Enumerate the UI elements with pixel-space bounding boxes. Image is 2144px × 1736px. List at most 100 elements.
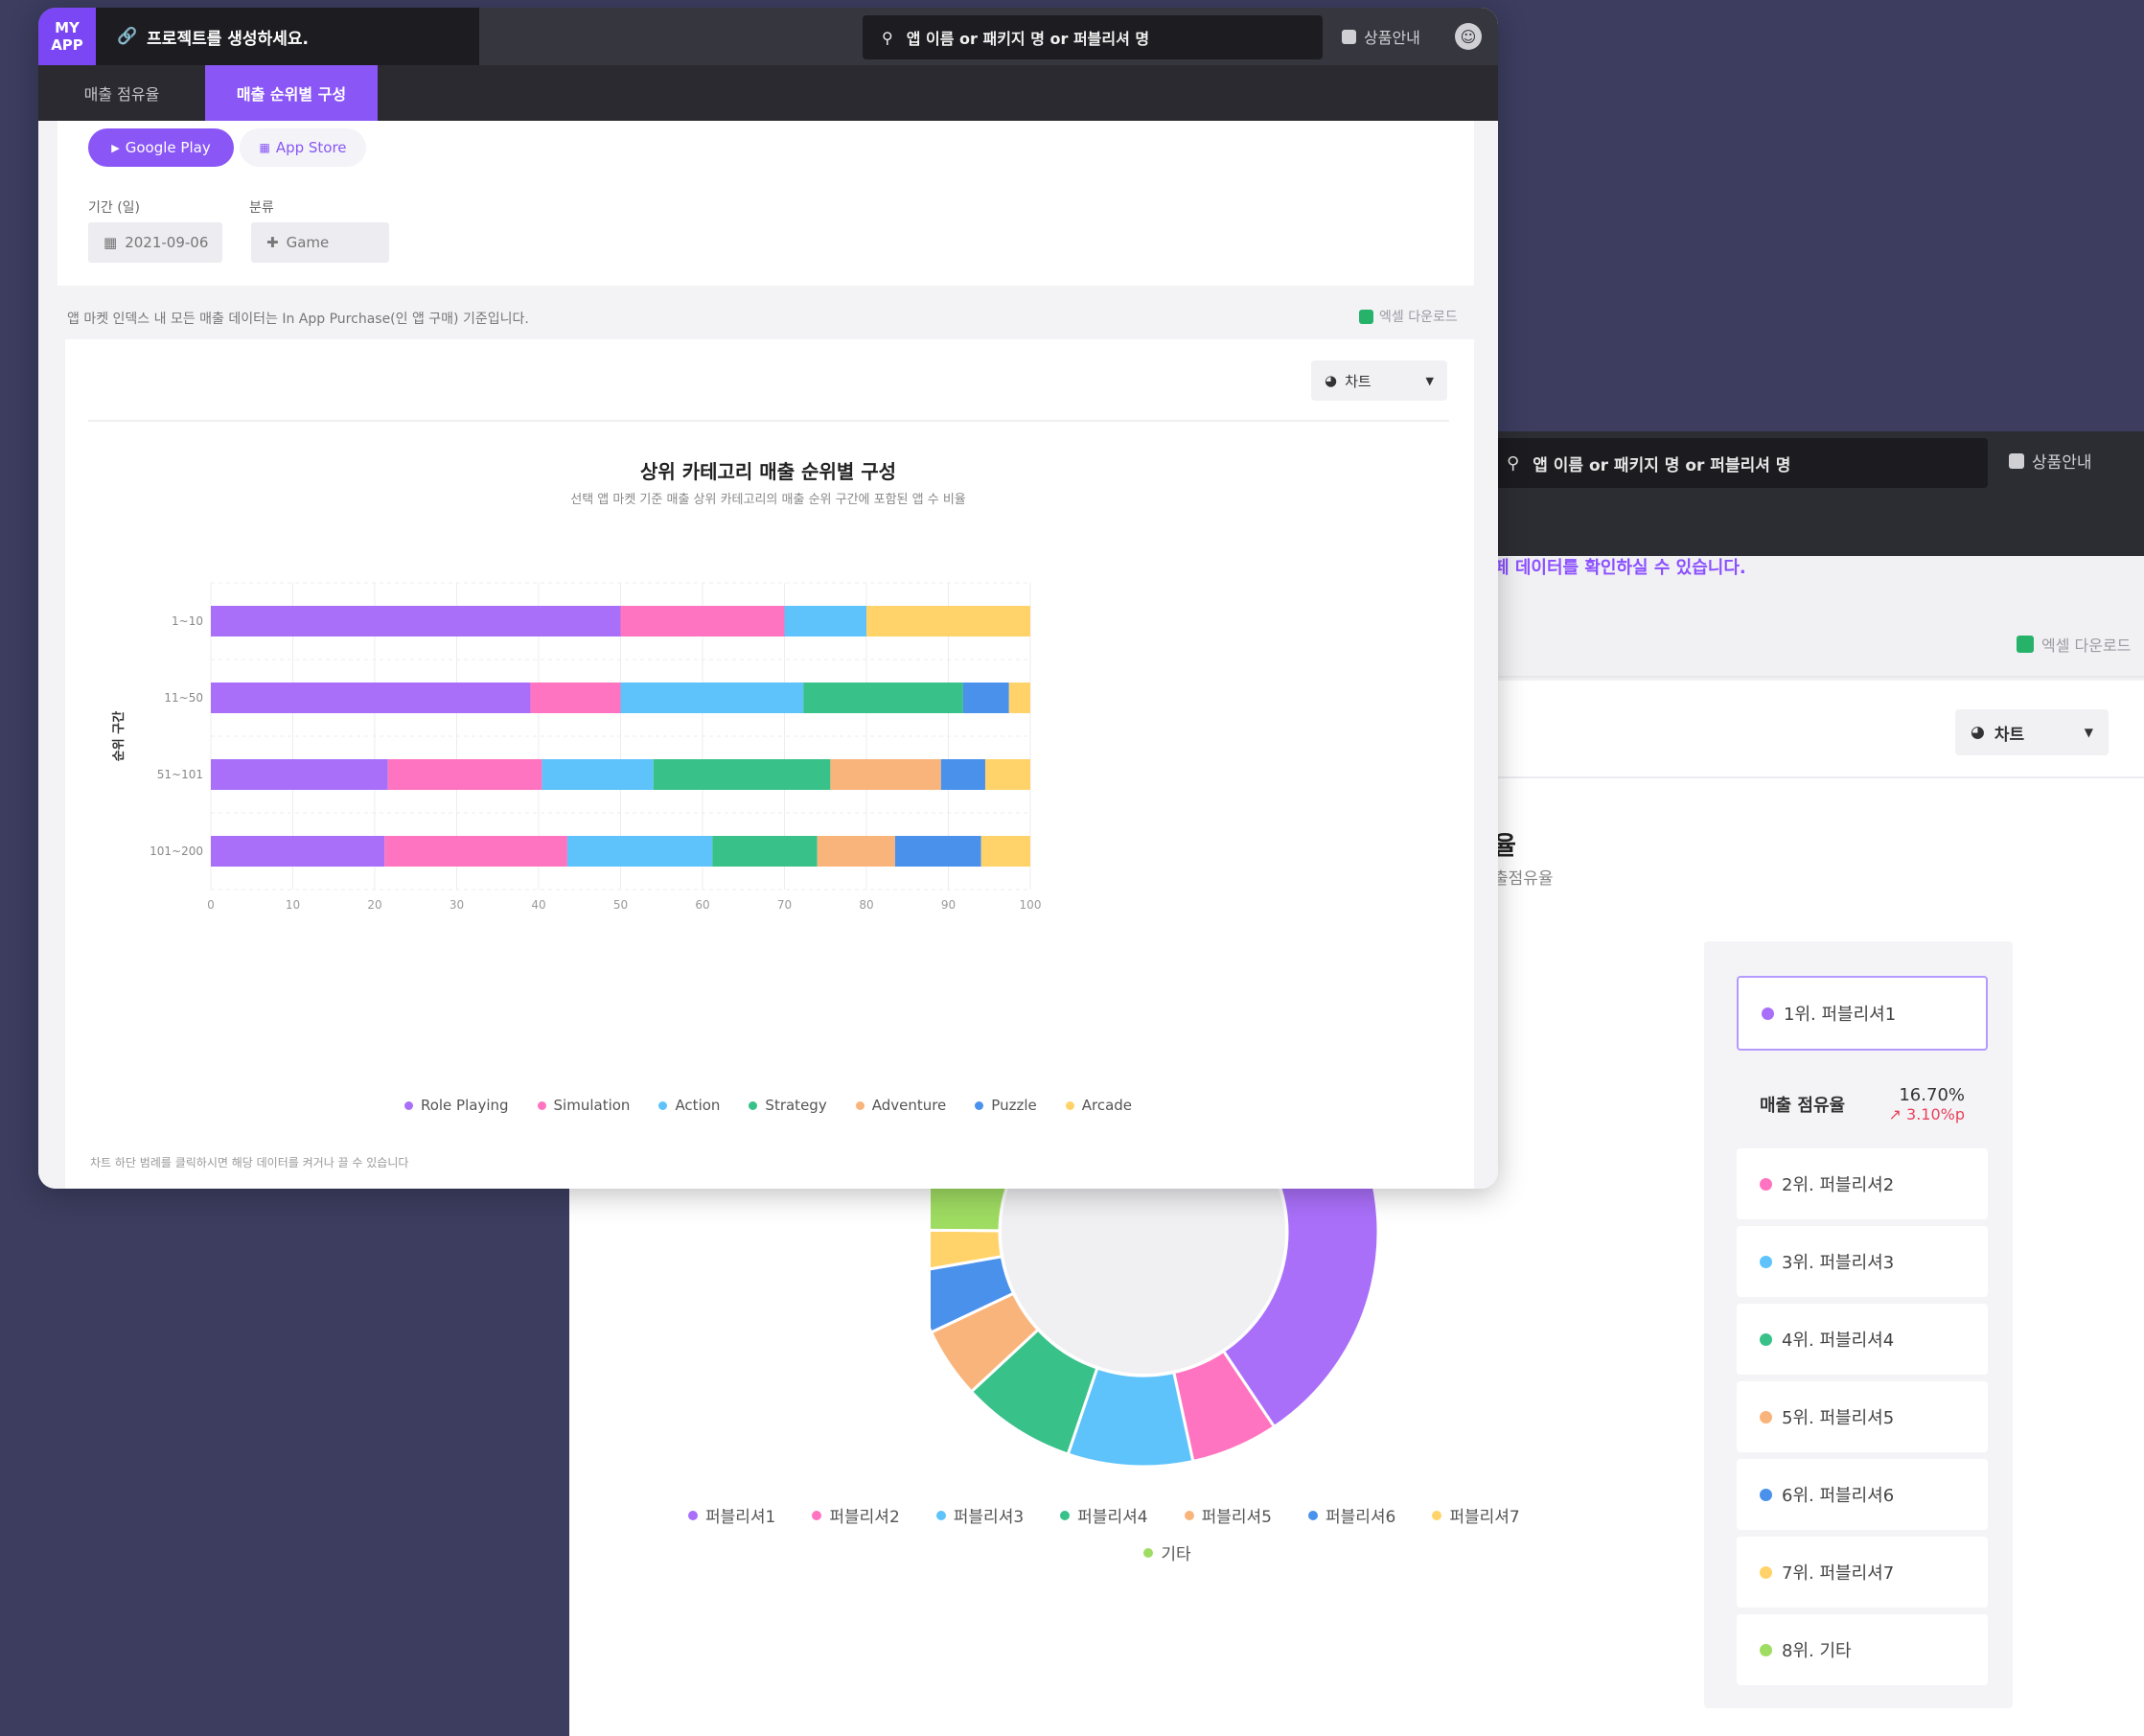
bar-segment[interactable]: [566, 836, 713, 867]
legend-label: Strategy: [765, 1097, 827, 1114]
back-search-placeholder: 앱 이름 or 패키지 명 or 퍼블리셔 명: [1533, 455, 1791, 475]
x-tick-label: 70: [777, 898, 792, 912]
bar-segment[interactable]: [211, 606, 621, 637]
bar-segment[interactable]: [830, 759, 941, 790]
bar-segment[interactable]: [962, 683, 1009, 713]
bar-segment[interactable]: [530, 683, 621, 713]
project-selector[interactable]: 🔗 프로젝트를 생성하세요.: [96, 8, 479, 65]
tab-revenue-share[interactable]: 매출 점유율: [38, 65, 205, 121]
search-icon: ⚲: [882, 28, 893, 47]
period-value: 2021-09-06: [125, 234, 209, 251]
legend-item[interactable]: Role Playing: [403, 1097, 509, 1114]
legend-item[interactable]: 퍼블리셔1: [688, 1503, 775, 1527]
bar-segment[interactable]: [211, 683, 531, 713]
period-date-picker[interactable]: ▦ 2021-09-06: [88, 222, 222, 263]
legend-item[interactable]: Arcade: [1065, 1097, 1132, 1114]
bar-segment[interactable]: [653, 759, 831, 790]
bar-segment[interactable]: [620, 606, 785, 637]
rank-item-7[interactable]: 7위. 퍼블리셔7: [1737, 1537, 1988, 1608]
bar-chart-legend: Role Playing Simulation Action Strategy Adve…: [38, 1097, 1498, 1114]
legend-dot: [812, 1510, 822, 1520]
legend-label: 퍼블리셔4: [1077, 1508, 1148, 1527]
back-excel-label: 엑셀 다운로드: [2041, 637, 2132, 655]
app-logo-text: MY APP: [51, 19, 83, 54]
rank-item-8[interactable]: 8위. 기타: [1737, 1614, 1988, 1685]
legend-item[interactable]: 퍼블리셔3: [935, 1503, 1025, 1527]
google-play-toggle[interactable]: ▶ Google Play: [88, 128, 234, 167]
bar-segment[interactable]: [387, 759, 542, 790]
product-info-icon: [1342, 29, 1356, 44]
legend-item[interactable]: 퍼블리셔6: [1307, 1503, 1395, 1527]
product-info-icon: [2009, 452, 2024, 469]
legend-item[interactable]: Strategy: [749, 1097, 827, 1114]
bar-segment[interactable]: [803, 683, 963, 713]
excel-download-button[interactable]: 엑셀 다운로드: [1359, 307, 1458, 326]
front-search-input[interactable]: ⚲ 앱 이름 or 패키지 명 or 퍼블리셔 명: [863, 15, 1323, 59]
chart-type-select[interactable]: ◕ 차트 ▼: [1311, 360, 1447, 401]
x-tick-label: 50: [613, 898, 628, 912]
legend-item[interactable]: Puzzle: [975, 1097, 1037, 1114]
share-delta-value: 3.10%p: [1906, 1105, 1965, 1123]
legend-item[interactable]: 퍼블리셔5: [1184, 1503, 1272, 1527]
legend-item[interactable]: Adventure: [855, 1097, 946, 1114]
rank-item-2[interactable]: 2위. 퍼블리셔2: [1737, 1148, 1988, 1219]
rank-item-5[interactable]: 5위. 퍼블리셔5: [1737, 1381, 1988, 1452]
app-logo[interactable]: MY APP: [38, 8, 96, 65]
legend-item[interactable]: 기타: [1143, 1540, 1191, 1564]
product-info-link[interactable]: 상품안내: [1342, 25, 1420, 48]
legend-dot: [855, 1100, 865, 1110]
bar-segment[interactable]: [817, 836, 895, 867]
rank-item-4[interactable]: 4위. 퍼블리셔4: [1737, 1304, 1988, 1375]
rank-item-1[interactable]: 1위. 퍼블리셔1: [1737, 976, 1988, 1051]
legend-row: 기타: [688, 1540, 1647, 1564]
app-store-toggle[interactable]: ▦ App Store: [240, 128, 366, 167]
bar-segment[interactable]: [542, 759, 654, 790]
user-avatar-icon[interactable]: ☺: [1455, 23, 1482, 50]
product-info-label: 상품안내: [1364, 29, 1420, 47]
back-product-info-link[interactable]: 상품안내: [2009, 449, 2092, 473]
bar-segment[interactable]: [211, 836, 385, 867]
bar-segment[interactable]: [784, 606, 867, 637]
bar-segment[interactable]: [211, 759, 388, 790]
legend-label: Simulation: [553, 1097, 631, 1114]
rank-label: 5위. 퍼블리셔5: [1782, 1408, 1895, 1428]
rank-label: 3위. 퍼블리셔3: [1782, 1253, 1895, 1273]
bar-segment[interactable]: [980, 836, 1030, 867]
bar-segment[interactable]: [866, 606, 1030, 637]
legend-dot: [1432, 1510, 1442, 1520]
legend-item[interactable]: Simulation: [537, 1097, 631, 1114]
bar-segment[interactable]: [620, 683, 804, 713]
back-chart-type-select[interactable]: ◕ 차트 ▼: [1955, 709, 2109, 755]
caret-down-icon: ▼: [1425, 374, 1434, 387]
share-delta: ↗ 3.10%p: [1889, 1105, 1965, 1123]
back-search-input[interactable]: ⚲ 앱 이름 or 패키지 명 or 퍼블리셔 명: [1489, 438, 1988, 488]
rank-item-3[interactable]: 3위. 퍼블리셔3: [1737, 1226, 1988, 1297]
rank-color-dot: [1760, 1488, 1772, 1501]
legend-item[interactable]: 퍼블리셔4: [1060, 1503, 1148, 1527]
legend-dot: [975, 1100, 984, 1110]
caret-down-icon: ▼: [2084, 726, 2093, 739]
play-icon: ▶: [111, 141, 120, 154]
legend-item[interactable]: 퍼블리셔7: [1432, 1503, 1520, 1527]
bar-segment[interactable]: [1008, 683, 1030, 713]
y-tick-label: 1~10: [172, 614, 203, 628]
legend-item[interactable]: 퍼블리셔2: [812, 1503, 900, 1527]
bar-segment[interactable]: [384, 836, 567, 867]
calendar-icon: ▦: [104, 234, 118, 251]
stacked-bar-chart: 0 10 20 30 40 50 60 70 80 90 100 순위 구간 1~10 11~50 51~1…: [111, 582, 1041, 912]
bar-segment[interactable]: [940, 759, 985, 790]
bar-segment[interactable]: [984, 759, 1030, 790]
bar-segment[interactable]: [712, 836, 818, 867]
rank-item-6[interactable]: 6위. 퍼블리셔6: [1737, 1459, 1988, 1530]
tab-revenue-by-rank[interactable]: 매출 순위별 구성: [205, 65, 378, 121]
x-tick-label: 10: [286, 898, 300, 912]
rank-color-dot: [1760, 1332, 1772, 1346]
legend-item[interactable]: Action: [658, 1097, 720, 1114]
category-select[interactable]: ✚ Game: [251, 222, 389, 263]
back-excel-download-button[interactable]: 엑셀 다운로드: [2017, 633, 2131, 656]
legend-label: 퍼블리셔3: [953, 1508, 1025, 1527]
legend-label: 퍼블리셔2: [829, 1508, 900, 1527]
legend-dot: [935, 1510, 946, 1520]
legend-dot: [1307, 1510, 1318, 1520]
bar-segment[interactable]: [894, 836, 981, 867]
